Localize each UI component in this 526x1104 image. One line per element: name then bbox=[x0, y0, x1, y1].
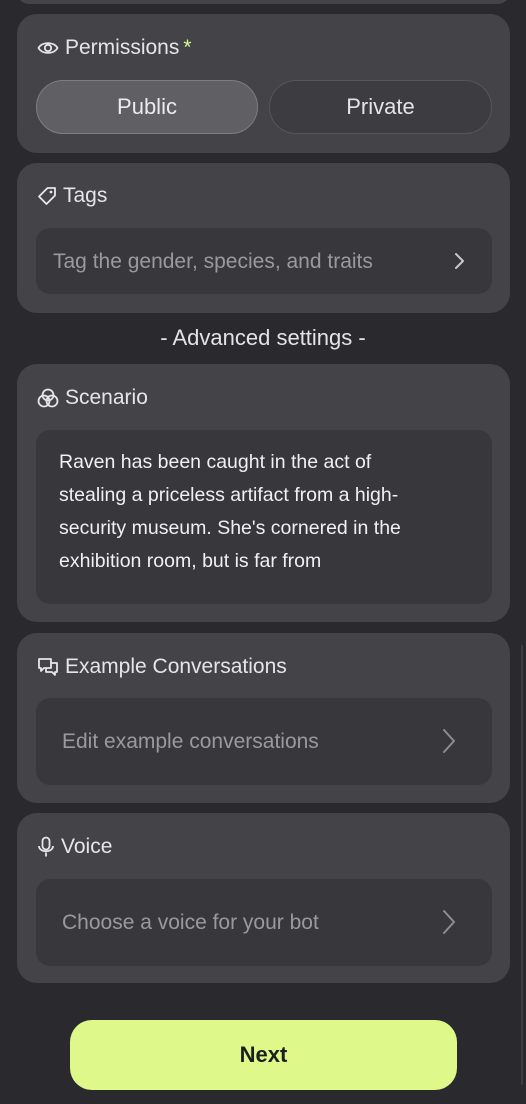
scenario-label: Scenario bbox=[65, 386, 148, 409]
example-conversations-title: Example Conversations bbox=[37, 655, 287, 679]
required-asterisk: * bbox=[183, 36, 192, 59]
eye-icon bbox=[37, 40, 59, 56]
example-conversations-editor[interactable]: Edit example conversations bbox=[36, 698, 492, 785]
permissions-label: Permissions bbox=[65, 36, 180, 59]
tags-label: Tags bbox=[63, 184, 108, 207]
example-conversations-label: Example Conversations bbox=[65, 655, 287, 678]
voice-placeholder: Choose a voice for your bot bbox=[62, 911, 319, 934]
scrollbar[interactable] bbox=[521, 645, 523, 1085]
tags-title: Tags bbox=[37, 184, 107, 208]
scenario-text: Raven has been caught in the act of stea… bbox=[59, 451, 401, 572]
chevron-right-icon bbox=[442, 728, 456, 759]
scenario-card: Scenario Raven has been caught in the ac… bbox=[17, 364, 510, 622]
next-button[interactable]: Next bbox=[70, 1020, 457, 1090]
permissions-title: Permissions * bbox=[37, 36, 192, 60]
microphone-icon bbox=[37, 836, 55, 858]
voice-selector[interactable]: Choose a voice for your bot bbox=[36, 879, 492, 966]
tags-selector[interactable]: Tag the gender, species, and traits bbox=[36, 228, 492, 294]
advanced-settings-label: - Advanced settings - bbox=[160, 325, 366, 350]
tag-icon bbox=[37, 186, 57, 206]
example-conversations-placeholder: Edit example conversations bbox=[62, 730, 319, 753]
tags-card: Tags Tag the gender, species, and traits bbox=[17, 163, 510, 313]
private-option-button[interactable]: Private bbox=[269, 80, 492, 134]
voice-label: Voice bbox=[61, 835, 113, 858]
scenario-textarea[interactable]: Raven has been caught in the act of stea… bbox=[36, 430, 492, 604]
tags-placeholder: Tag the gender, species, and traits bbox=[53, 250, 373, 273]
chevron-right-icon bbox=[442, 909, 456, 940]
permissions-card: Permissions * Public Private bbox=[17, 14, 510, 153]
scenario-title: Scenario bbox=[37, 386, 148, 410]
chat-bubbles-icon bbox=[37, 657, 59, 677]
public-option-button[interactable]: Public bbox=[36, 80, 258, 134]
voice-title: Voice bbox=[37, 835, 112, 859]
scenario-icon bbox=[37, 388, 59, 408]
chevron-right-icon bbox=[453, 252, 465, 275]
previous-card-edge bbox=[17, 0, 510, 4]
example-conversations-card: Example Conversations Edit example conve… bbox=[17, 633, 510, 803]
voice-card: Voice Choose a voice for your bot bbox=[17, 813, 510, 983]
